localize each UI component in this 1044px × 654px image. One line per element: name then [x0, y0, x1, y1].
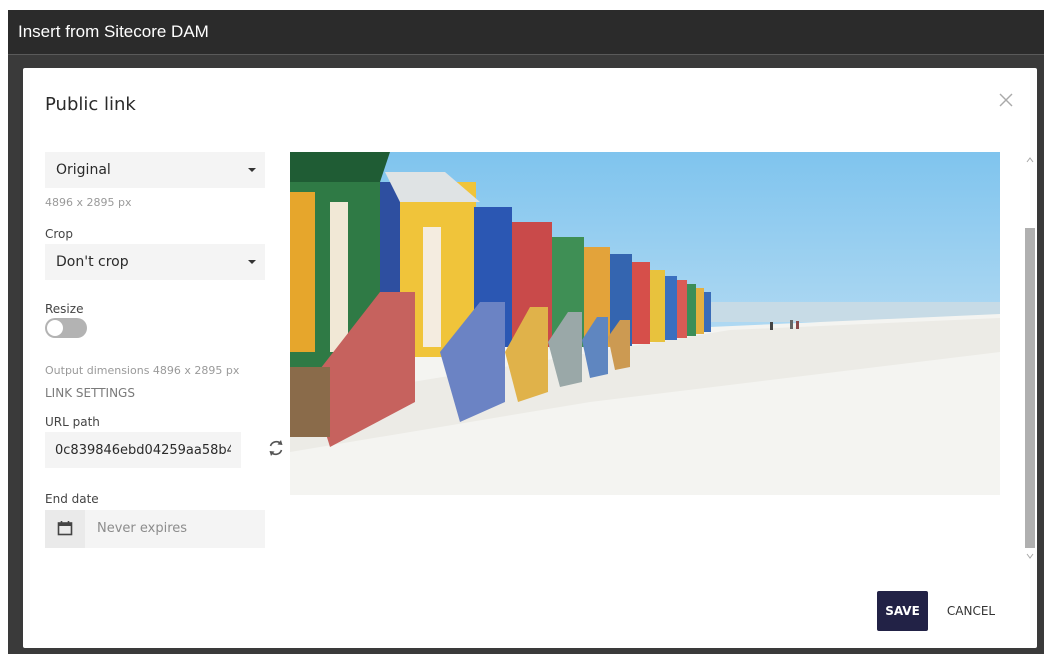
- rendition-dimensions: 4896 x 2895 px: [45, 196, 132, 209]
- resize-label: Resize: [45, 302, 84, 316]
- public-link-dialog: Public link Original 4896 x 2895 px Crop…: [23, 68, 1037, 648]
- end-date-field[interactable]: Never expires: [45, 510, 265, 548]
- rendition-select-value: Original: [56, 162, 111, 178]
- crop-select[interactable]: Don't crop: [45, 244, 265, 280]
- calendar-button[interactable]: [45, 510, 85, 548]
- vertical-scrollbar[interactable]: [1023, 150, 1037, 564]
- rendition-select[interactable]: Original: [45, 152, 265, 188]
- window-title: Insert from Sitecore DAM: [18, 22, 209, 41]
- chevron-down-icon[interactable]: [1026, 552, 1034, 560]
- url-path-label: URL path: [45, 415, 100, 429]
- link-settings-heading: LINK SETTINGS: [45, 386, 135, 400]
- end-date-placeholder: Never expires: [97, 521, 188, 536]
- chevron-up-icon[interactable]: [1026, 156, 1034, 164]
- crop-label: Crop: [45, 227, 74, 241]
- crop-select-value: Don't crop: [56, 254, 129, 270]
- cancel-button[interactable]: CANCEL: [941, 591, 1001, 631]
- resize-toggle[interactable]: [45, 318, 87, 338]
- dialog-title: Public link: [45, 94, 136, 115]
- output-dimensions: Output dimensions 4896 x 2895 px: [45, 364, 240, 377]
- url-path-input[interactable]: [45, 432, 241, 468]
- window-titlebar: Insert from Sitecore DAM: [8, 10, 1044, 55]
- refresh-icon[interactable]: [266, 438, 286, 458]
- dam-window: Insert from Sitecore DAM Public link Ori…: [8, 10, 1044, 654]
- chevron-down-icon: [248, 168, 256, 172]
- save-button[interactable]: SAVE: [877, 591, 928, 631]
- scrollbar-thumb[interactable]: [1025, 228, 1035, 548]
- end-date-label: End date: [45, 492, 99, 506]
- toggle-knob: [47, 320, 63, 336]
- chevron-down-icon: [248, 260, 256, 264]
- image-preview: [290, 152, 1000, 495]
- calendar-icon: [57, 521, 73, 536]
- close-icon[interactable]: [998, 92, 1014, 108]
